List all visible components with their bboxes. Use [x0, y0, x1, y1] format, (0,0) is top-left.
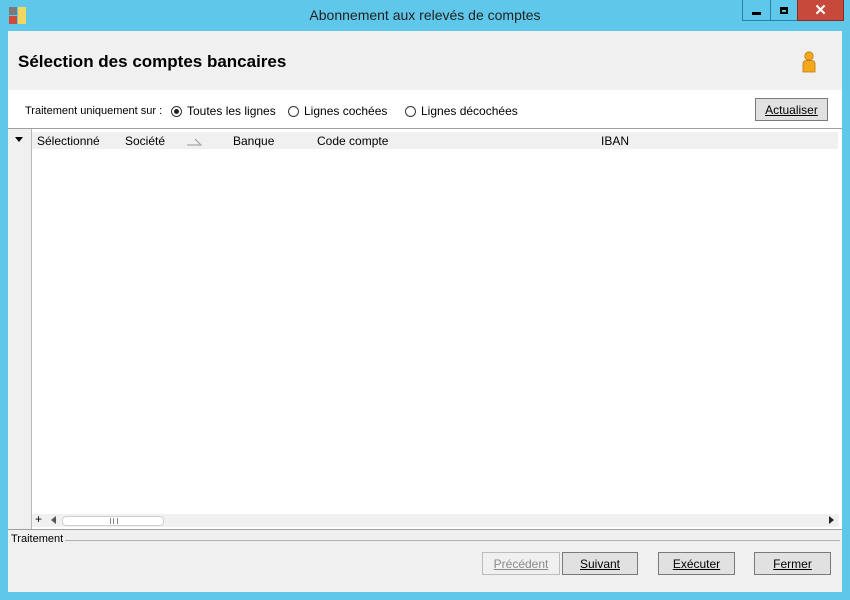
add-row-button[interactable]: +	[35, 512, 42, 526]
page-header: Sélection des comptes bancaires	[8, 31, 842, 90]
radio-label: Lignes décochées	[421, 104, 518, 118]
section-divider	[65, 540, 840, 541]
expand-arrow-icon[interactable]	[15, 137, 23, 142]
page-title: Sélection des comptes bancaires	[18, 52, 287, 71]
section-label: Traitement	[11, 533, 64, 545]
client-area: Sélection des comptes bancaires Traiteme…	[8, 31, 842, 592]
maximize-button[interactable]	[770, 0, 798, 21]
minimize-button[interactable]	[742, 0, 771, 21]
radio-indicator[interactable]	[405, 105, 416, 117]
execute-button[interactable]: Exécuter	[658, 552, 735, 575]
accounts-grid[interactable]: Sélectionné Société Banque Code compte I…	[8, 128, 842, 530]
column-header-iban[interactable]: IBAN	[601, 134, 629, 148]
radio-checked-lines[interactable]: Lignes cochées	[288, 104, 387, 118]
column-header-row: Sélectionné Société Banque Code compte I…	[32, 132, 838, 149]
scroll-right-icon[interactable]	[829, 516, 834, 524]
radio-indicator[interactable]	[288, 105, 299, 117]
minimize-icon	[752, 11, 761, 15]
column-header-selected[interactable]: Sélectionné	[37, 134, 100, 148]
previous-button[interactable]: Précédent	[482, 552, 560, 575]
sort-indicator-icon	[187, 138, 202, 146]
close-window-button[interactable]: ✕	[797, 0, 844, 21]
app-window: Abonnement aux relevés de comptes ✕ Séle…	[0, 0, 850, 600]
next-button[interactable]: Suivant	[562, 552, 638, 575]
refresh-button[interactable]: Actualiser	[755, 98, 828, 121]
horizontal-scrollbar[interactable]: +	[32, 512, 839, 527]
close-icon: ✕	[814, 1, 827, 19]
radio-unchecked-lines[interactable]: Lignes décochées	[405, 104, 518, 118]
close-button[interactable]: Fermer	[754, 552, 831, 575]
radio-label: Toutes les lignes	[187, 104, 276, 118]
radio-indicator[interactable]	[171, 105, 182, 117]
grip-icon	[110, 518, 118, 524]
column-header-account-code[interactable]: Code compte	[317, 134, 388, 148]
radio-all-lines[interactable]: Toutes les lignes	[171, 104, 276, 118]
radio-label: Lignes cochées	[304, 104, 388, 118]
filter-label: Traitement uniquement sur :	[25, 105, 163, 117]
filter-bar: Traitement uniquement sur : Toutes les l…	[8, 90, 842, 128]
column-header-company[interactable]: Société	[125, 134, 165, 148]
scroll-left-icon[interactable]	[51, 516, 56, 524]
window-title: Abonnement aux relevés de comptes	[309, 7, 541, 23]
row-header-column	[8, 129, 32, 529]
title-bar[interactable]: Abonnement aux relevés de comptes ✕	[0, 0, 850, 30]
user-icon	[802, 51, 816, 73]
scroll-thumb[interactable]	[62, 516, 164, 526]
column-header-bank[interactable]: Banque	[233, 134, 274, 148]
maximize-icon	[780, 6, 788, 14]
